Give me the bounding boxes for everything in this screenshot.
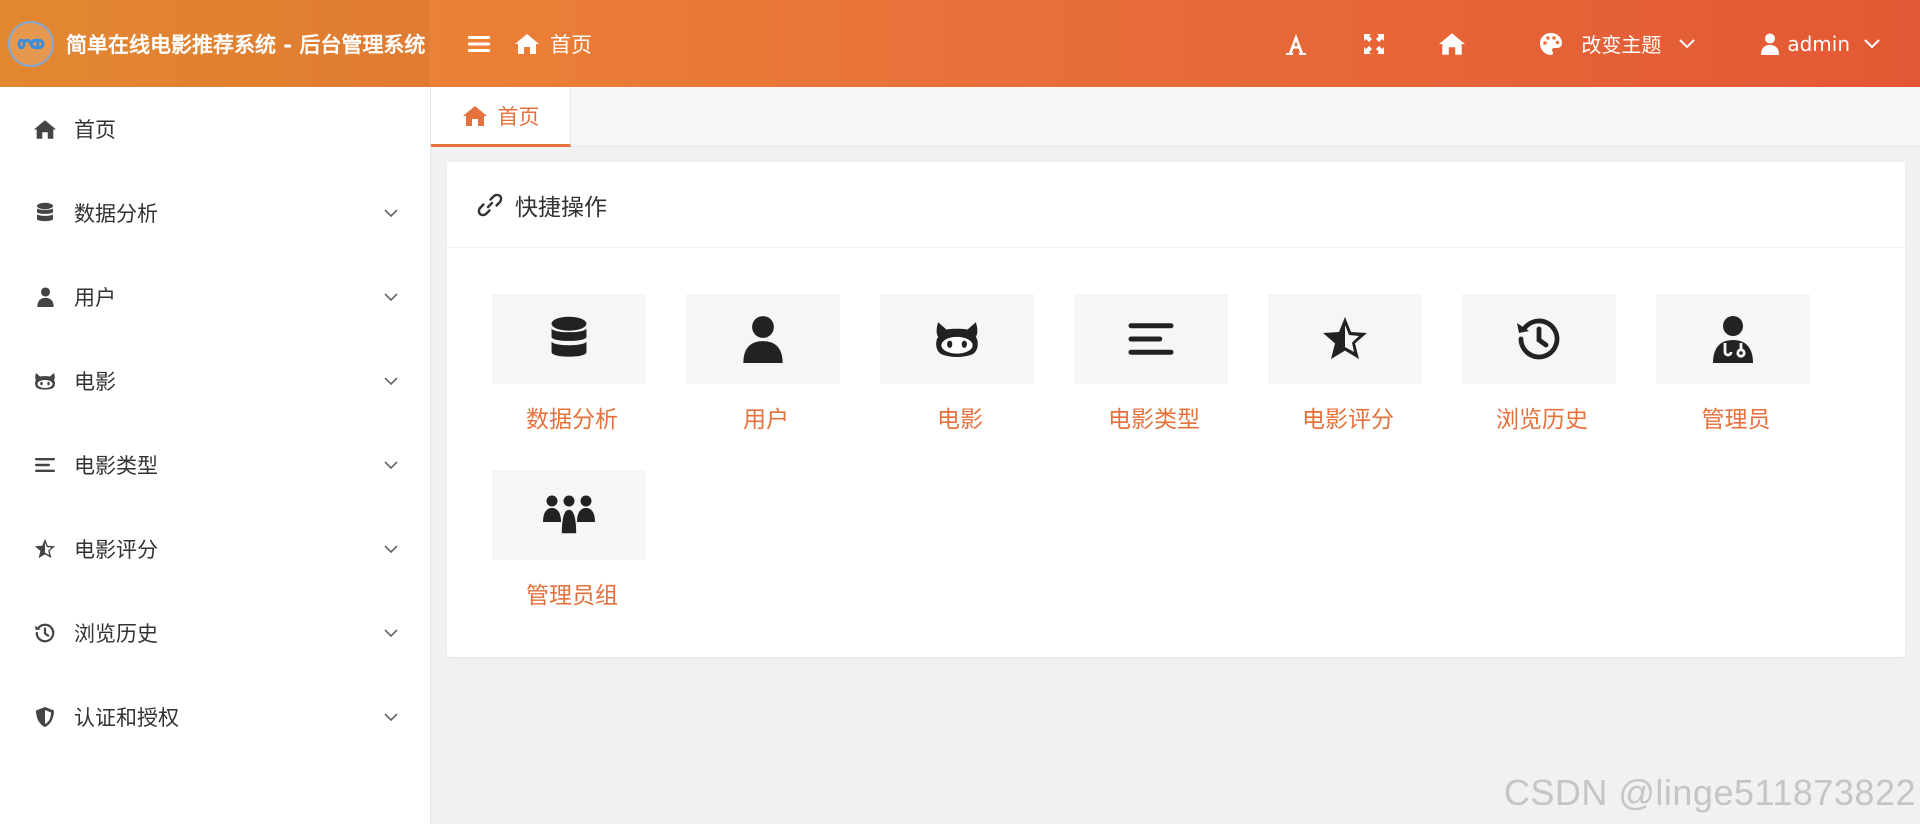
sidebar-item-movie-types[interactable]: 电影类型 [0, 423, 430, 507]
menu-toggle-button[interactable] [464, 29, 494, 59]
chevron-down-icon [382, 624, 400, 642]
quick-action-movies[interactable]: 电影 [880, 294, 1036, 434]
quick-action-browse-history[interactable]: 浏览历史 [1462, 294, 1618, 434]
sidebar-item-users[interactable]: 用户 [0, 255, 430, 339]
quick-action-label: 用户 [743, 407, 789, 433]
app-root: 简单在线电影推荐系统 - 后台管理系统 首页 改变主题 admin 首页 数据分… [0, 0, 1920, 824]
cat-icon [936, 322, 978, 358]
star-icon [1323, 317, 1367, 359]
chevron-down-icon [1679, 38, 1696, 48]
chevron-down-icon [1864, 38, 1880, 48]
card-title: 快捷操作 [515, 194, 607, 221]
quick-action-tile [686, 294, 840, 384]
logo-icon [8, 20, 54, 67]
quick-action-label: 电影评分 [1302, 407, 1394, 433]
quick-actions-card: 快捷操作 数据分析 用户 电影 电影类型 电影评分 浏览历史 管理员 管理员组 [447, 162, 1905, 657]
chevron-down-icon [382, 456, 400, 474]
theme-dropdown[interactable]: 改变主题 [1491, 0, 1733, 87]
font-icon [1286, 33, 1307, 55]
sidebar-item-label: 数据分析 [74, 202, 158, 226]
group-icon [543, 495, 595, 535]
sidebar-item-movie-ratings[interactable]: 电影评分 [0, 507, 430, 591]
tab-home[interactable]: 首页 [431, 87, 571, 147]
font-size-button[interactable] [1257, 0, 1335, 87]
quick-action-movie-ratings[interactable]: 电影评分 [1268, 294, 1424, 434]
quick-action-tile [1074, 294, 1228, 384]
user-icon [1761, 33, 1780, 55]
card-header: 快捷操作 [447, 162, 1905, 248]
quick-action-users[interactable]: 用户 [686, 294, 842, 434]
home-icon [1439, 32, 1466, 55]
doctor-icon [1713, 316, 1753, 363]
menu-icon [468, 35, 490, 52]
sidebar-item-label: 首页 [74, 118, 116, 142]
chevron-down-icon [382, 288, 400, 306]
list-icon [32, 452, 58, 478]
home-icon [462, 105, 487, 126]
chevron-down-icon [382, 204, 400, 222]
fullscreen-button[interactable] [1335, 0, 1413, 87]
quick-action-label: 电影类型 [1108, 407, 1200, 433]
sidebar-item-label: 浏览历史 [74, 622, 158, 646]
quick-action-label: 管理员 [1701, 407, 1771, 433]
database-icon [551, 316, 587, 357]
chevron-down-icon [382, 708, 400, 726]
quick-action-tile [880, 294, 1034, 384]
cat-icon [32, 368, 58, 394]
sidebar-item-home[interactable]: 首页 [0, 87, 430, 171]
shield-icon [32, 704, 58, 730]
fullscreen-icon [1364, 33, 1385, 54]
brand[interactable]: 简单在线电影推荐系统 - 后台管理系统 [0, 0, 430, 87]
home-icon [32, 116, 58, 142]
top-header: 简单在线电影推荐系统 - 后台管理系统 首页 改变主题 admin [0, 0, 1920, 87]
quick-action-data-analysis[interactable]: 数据分析 [492, 294, 648, 434]
app-title: 简单在线电影推荐系统 - 后台管理系统 [66, 32, 426, 57]
sidebar-item-label: 认证和授权 [74, 706, 179, 730]
user-dropdown[interactable]: admin [1733, 0, 1920, 87]
link-icon [477, 193, 503, 216]
history-icon [32, 620, 58, 646]
tab-bar: 首页 [431, 87, 1920, 147]
quick-action-tile [492, 470, 646, 560]
home-button[interactable] [1413, 0, 1491, 87]
quick-action-tile [1656, 294, 1810, 384]
chevron-down-icon [382, 372, 400, 390]
breadcrumb-label: 首页 [550, 32, 592, 57]
tab-label: 首页 [497, 104, 540, 129]
quick-action-label: 电影 [937, 407, 983, 433]
quick-action-label: 数据分析 [526, 407, 618, 433]
user-icon [32, 284, 58, 310]
chevron-down-icon [382, 540, 400, 558]
theme-label: 改变主题 [1581, 33, 1662, 57]
quick-action-admin-groups[interactable]: 管理员组 [492, 470, 648, 610]
user-icon [743, 316, 783, 363]
watermark: CSDN @linge511873822 [1503, 772, 1916, 813]
sidebar-item-movies[interactable]: 电影 [0, 339, 430, 423]
sidebar-item-label: 用户 [74, 286, 116, 310]
sidebar-item-label: 电影 [74, 370, 116, 394]
palette-icon [1540, 32, 1563, 55]
quick-action-tile [1462, 294, 1616, 384]
sidebar-item-label: 电影类型 [74, 454, 158, 478]
list-icon [1128, 323, 1174, 355]
quick-action-label: 管理员组 [526, 583, 618, 609]
quick-action-admins[interactable]: 管理员 [1656, 294, 1812, 434]
user-label: admin [1787, 31, 1850, 56]
history-icon [1517, 318, 1560, 360]
home-icon [515, 33, 539, 54]
quick-action-movie-types[interactable]: 电影类型 [1074, 294, 1230, 434]
quick-action-tile [1268, 294, 1422, 384]
header-actions: 改变主题 admin [1257, 0, 1920, 87]
sidebar: 首页 数据分析 用户 电影 电影类型 电影评分 浏览历史 认证和授权 [0, 87, 431, 824]
star-icon [32, 536, 58, 562]
sidebar-item-auth[interactable]: 认证和授权 [0, 675, 430, 759]
sidebar-item-browse-history[interactable]: 浏览历史 [0, 591, 430, 675]
quick-action-label: 浏览历史 [1496, 407, 1588, 433]
sidebar-item-label: 电影评分 [74, 538, 158, 562]
quick-action-tile [492, 294, 646, 384]
sidebar-item-data-analysis[interactable]: 数据分析 [0, 171, 430, 255]
breadcrumb[interactable]: 首页 [514, 29, 592, 59]
database-icon [32, 200, 58, 226]
